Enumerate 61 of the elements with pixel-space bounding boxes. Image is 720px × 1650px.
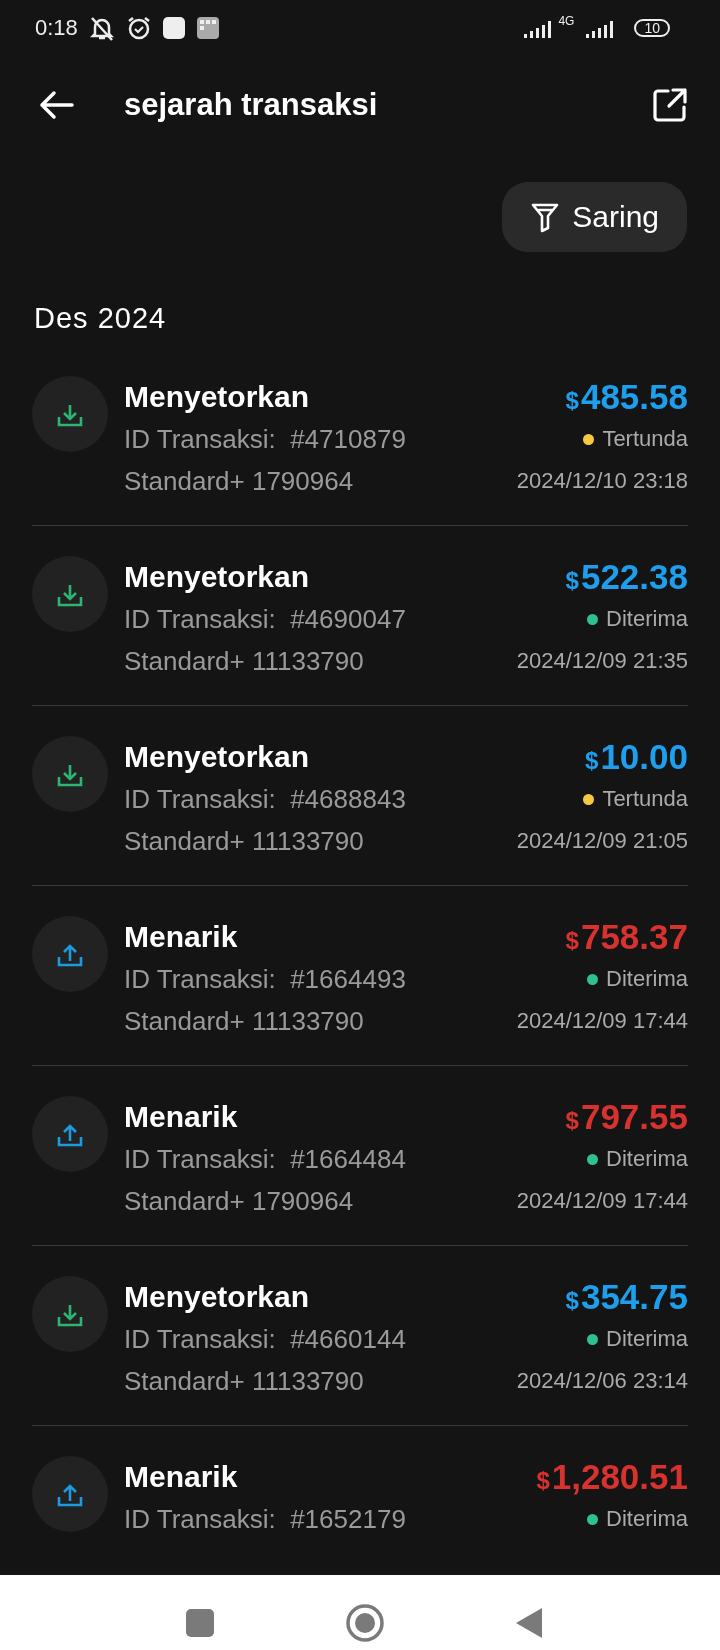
amount: 10.00: [600, 736, 688, 778]
transaction-id: ID Transaksi: #1652179: [124, 1503, 407, 1536]
account-name: Standard+ 1790964: [124, 1185, 355, 1218]
account-name: Standard+ 11133790: [124, 825, 365, 858]
filter-button[interactable]: Saring: [502, 182, 687, 252]
home-button[interactable]: [345, 1602, 385, 1643]
filter-icon: [530, 201, 561, 233]
currency-symbol: $: [565, 386, 579, 416]
transaction-id: ID Transaksi: #1664493: [124, 963, 407, 996]
back-arrow-icon[interactable]: [38, 90, 74, 120]
account-name: Standard+ 11133790: [124, 645, 365, 678]
transaction-date: 2024/12/09 17:44: [516, 1187, 688, 1215]
battery-level: 10: [634, 18, 670, 37]
transaction-type: Menyetorkan: [124, 379, 311, 415]
transaction-id: ID Transaksi: #4710879: [124, 423, 407, 456]
clock-time: 0:18: [35, 14, 78, 41]
share-icon[interactable]: [652, 87, 688, 123]
status-label: Diterima: [606, 1325, 688, 1353]
page-title: sejarah transaksi: [124, 87, 379, 123]
recents-button[interactable]: [185, 1607, 215, 1638]
transaction-date: 2024/12/09 21:35: [516, 647, 688, 675]
status-label: Tertunda: [602, 785, 688, 813]
amount: 354.75: [580, 1276, 688, 1318]
transaction-type: Menarik: [124, 1459, 239, 1495]
transaction-id: ID Transaksi: #4660144: [124, 1323, 407, 1356]
transaction-type: Menyetorkan: [124, 1279, 311, 1315]
app-icon: [161, 15, 186, 40]
network-type: 4G: [558, 14, 575, 27]
status-label: Diterima: [606, 605, 688, 633]
transaction-id: ID Transaksi: #1664484: [124, 1143, 407, 1176]
account-name: Standard+ 1790964: [124, 465, 355, 498]
status-label: Tertunda: [602, 425, 688, 453]
transaction-date: 2024/12/10 23:18: [516, 467, 688, 495]
amount: 1,280.51: [551, 1456, 688, 1498]
transaction-date: 2024/12/09 21:05: [516, 827, 688, 855]
transaction-type: Menarik: [124, 919, 239, 955]
amount: 522.38: [580, 556, 688, 598]
account-name: Standard+ 11133790: [124, 1365, 365, 1398]
amount: 758.37: [580, 916, 688, 958]
currency-symbol: $: [536, 1466, 550, 1496]
currency-symbol: $: [565, 566, 579, 596]
transaction-type: Menarik: [124, 1099, 239, 1135]
account-name: Standard+ 11133790: [124, 1005, 365, 1038]
currency-symbol: $: [585, 746, 599, 776]
amount: 485.58: [580, 376, 688, 418]
transaction-type: Menyetorkan: [124, 559, 311, 595]
transaction-date: 2024/12/06 23:14: [516, 1367, 688, 1395]
grid-app-icon: [195, 15, 220, 40]
currency-symbol: $: [565, 1106, 579, 1136]
back-button[interactable]: [515, 1606, 543, 1639]
amount: 797.55: [580, 1096, 688, 1138]
transaction-id: ID Transaksi: #4688843: [124, 783, 407, 816]
transaction-date: 2024/12/09 17:44: [516, 1007, 688, 1035]
status-label: Diterima: [606, 1505, 688, 1533]
status-label: Diterima: [606, 1145, 688, 1173]
currency-symbol: $: [565, 1286, 579, 1316]
section-heading: Des 2024: [33, 301, 168, 336]
currency-symbol: $: [565, 926, 579, 956]
status-label: Diterima: [606, 965, 688, 993]
transaction-type: Menyetorkan: [124, 739, 311, 775]
transaction-id: ID Transaksi: #4690047: [124, 603, 407, 636]
